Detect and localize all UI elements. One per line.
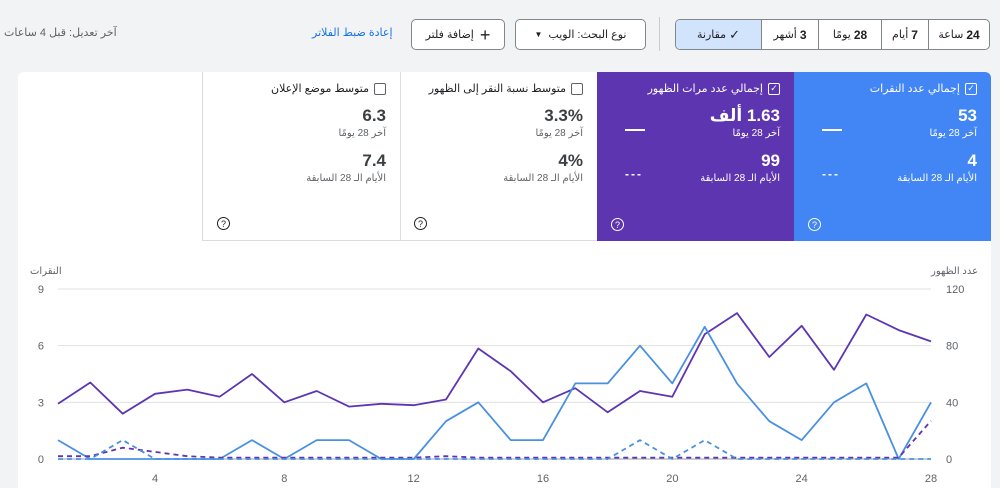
toolbar-divider [659, 17, 660, 51]
range-28-days-unit: يومًا [832, 29, 851, 41]
last-updated-text: آخر تعديل: قبل 4 ساعات [4, 27, 117, 39]
date-range-selector: 24 ساعة 7 أيام 28 يومًا 3 أشهر ✓ مقارنة [675, 19, 990, 50]
toolbar: آخر تعديل: قبل 4 ساعات إعادة ضبط الفلاتر… [0, 0, 1000, 68]
reset-filters-link[interactable]: إعادة ضبط الفلاتر [312, 26, 393, 39]
range-24-hours-unit: ساعة [938, 29, 964, 41]
search-type-label: نوع البحث: الويب [548, 29, 627, 41]
x-axis-tick-label: 4 [152, 473, 158, 485]
compare-button[interactable]: ✓ مقارنة [676, 20, 761, 49]
range-3-months-unit: أشهر [773, 29, 797, 41]
x-axis-tick-label: 8 [281, 473, 287, 485]
compare-label: مقارنة [697, 29, 727, 41]
performance-chart[interactable]: 0 3 6 9 0 40 80 120 4 8 12 16 20 24 28 [18, 72, 991, 488]
x-axis-tick-label: 20 [666, 473, 678, 485]
right-axis-tick-label: 40 [946, 397, 958, 409]
range-7-days-unit: أيام [892, 29, 909, 41]
series-line-0 [57, 312, 932, 415]
left-axis-tick-label: 9 [38, 284, 44, 296]
right-axis-tick-label: 80 [946, 341, 958, 353]
series-line-3 [58, 439, 931, 460]
search-type-dropdown[interactable]: ▼ نوع البحث: الويب [515, 19, 646, 50]
range-24-hours-num: 24 [966, 27, 980, 42]
chevron-down-icon: ▼ [534, 30, 543, 39]
range-3-months-num: 3 [799, 27, 807, 42]
range-7-days-num: 7 [911, 27, 918, 42]
range-3-months[interactable]: 3 أشهر [761, 20, 818, 49]
right-axis-tick-label: 0 [946, 454, 952, 466]
x-axis-tick-label: 28 [925, 473, 937, 485]
range-28-days-num: 28 [853, 27, 868, 42]
left-axis-tick-label: 6 [38, 341, 44, 353]
plus-icon: + [479, 24, 491, 45]
x-axis-tick-label: 24 [796, 473, 808, 485]
add-filter-label: إضافة فلتر [425, 29, 474, 41]
left-axis-tick-label: 0 [38, 454, 44, 466]
series-line-1 [57, 325, 932, 460]
add-filter-button[interactable]: إضافة فلتر + [411, 19, 505, 50]
x-axis-tick-label: 16 [537, 473, 549, 485]
range-7-days[interactable]: 7 أيام [881, 20, 928, 49]
performance-panel: ✓ إجمالي عدد النقرات 53 آخر 28 يومًا 4 ا… [18, 72, 991, 488]
range-28-days[interactable]: 28 يومًا [818, 20, 881, 49]
left-axis-tick-label: 3 [38, 397, 44, 409]
right-axis-tick-label: 120 [946, 284, 964, 296]
range-24-hours[interactable]: 24 ساعة [928, 20, 989, 49]
check-icon: ✓ [729, 26, 740, 42]
x-axis-tick-label: 12 [408, 473, 420, 485]
